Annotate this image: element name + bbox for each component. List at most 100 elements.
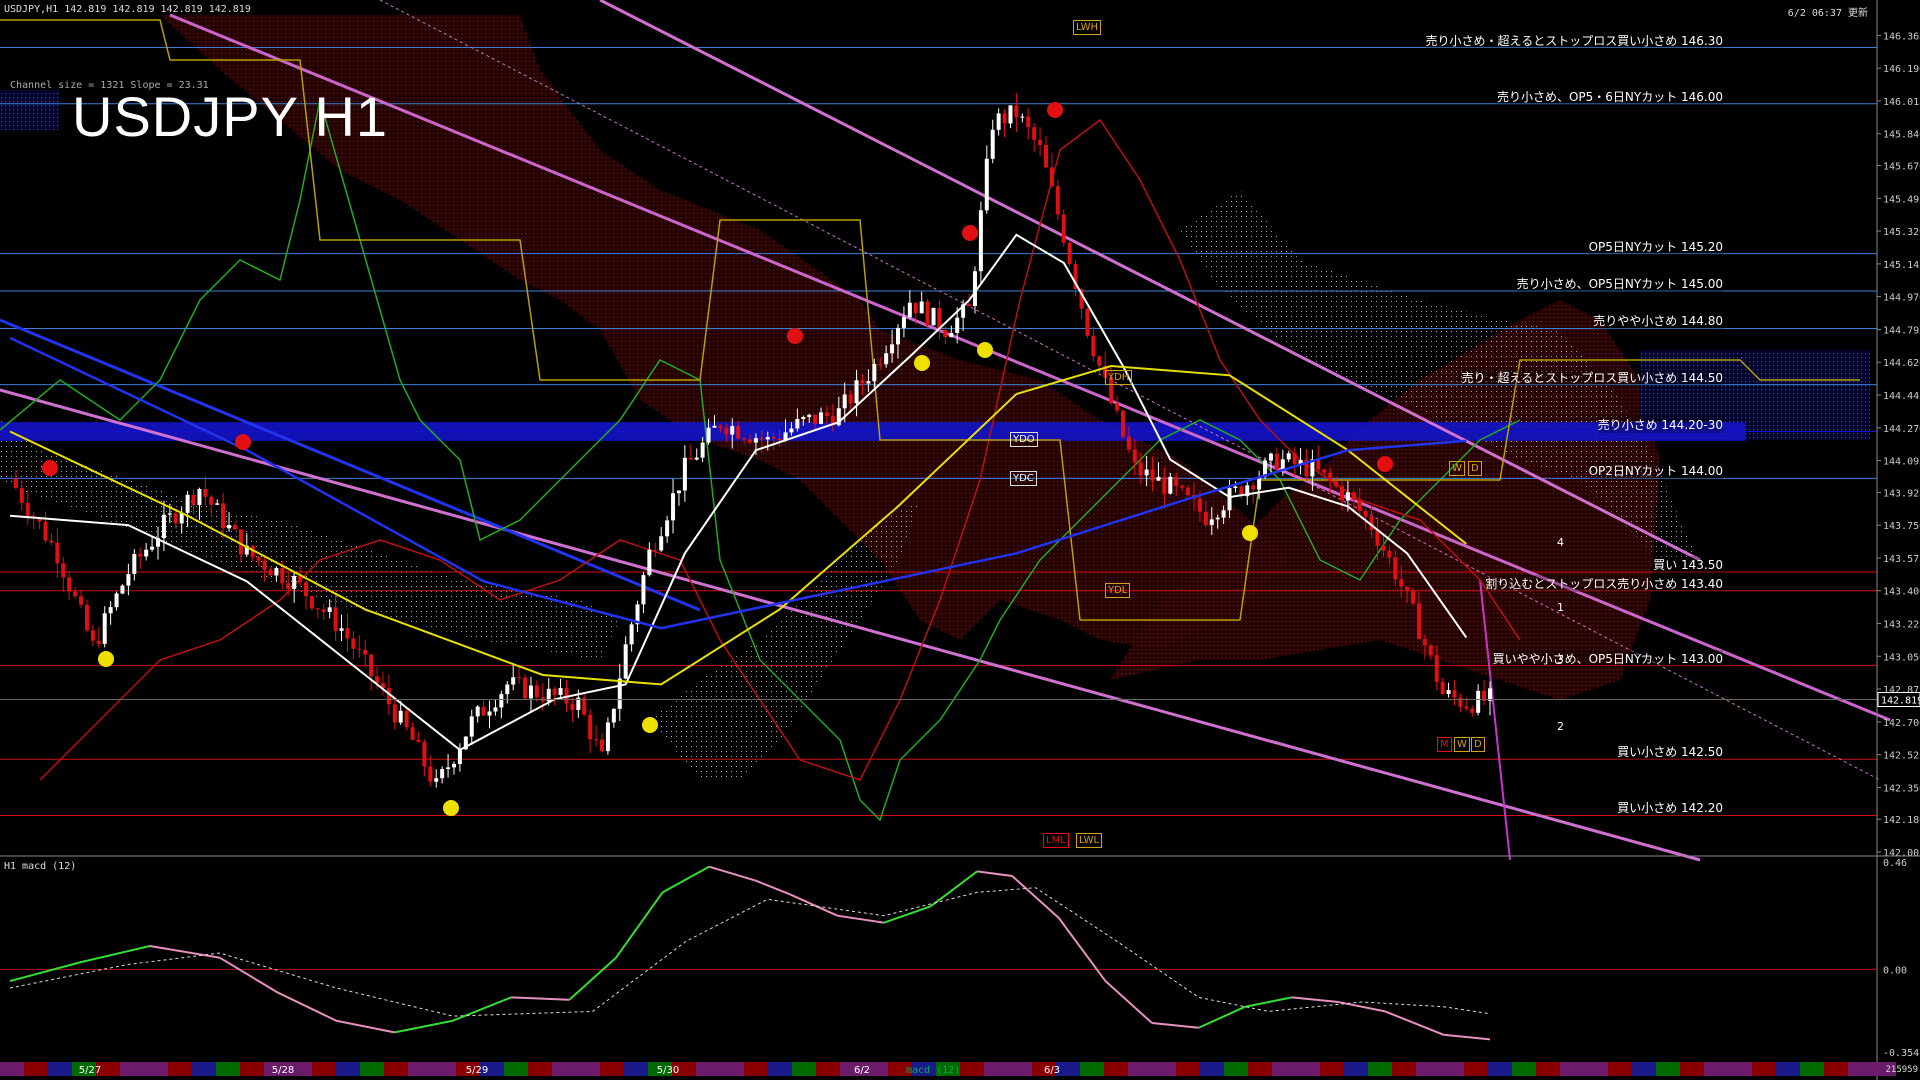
price-tick-label: 144.095 [1883, 457, 1920, 468]
candle-body [659, 536, 664, 551]
candle-body [967, 304, 972, 307]
candle-body [990, 129, 995, 159]
candle-body [1120, 410, 1125, 437]
candle-body [824, 412, 829, 416]
candle-body [890, 344, 895, 354]
candle-body [1363, 510, 1368, 517]
candle-body [718, 425, 723, 428]
price-tick-label: 143.750 [1883, 521, 1920, 532]
candle-body [410, 727, 415, 740]
candle-body [860, 380, 865, 384]
candle-body [227, 525, 232, 529]
price-tick-label: 145.670 [1883, 162, 1920, 173]
candle-body [1180, 485, 1185, 488]
marker-lwl: LWL [1076, 833, 1103, 848]
candle-body [1434, 655, 1439, 683]
candle-body [197, 489, 202, 506]
marker-w2: W [1454, 737, 1470, 752]
candle-body [1351, 492, 1356, 500]
candle-body [452, 763, 456, 768]
date-tick-label: 6/2 [854, 1065, 870, 1076]
price-level-label: OP2日NYカット 144.00 [1588, 462, 1723, 480]
candle-body [777, 438, 782, 441]
date-tick-label: 5/28 [272, 1065, 294, 1076]
candle-body [943, 329, 948, 338]
candle-body [138, 553, 143, 557]
candle-body [1411, 590, 1416, 604]
candle-body [605, 722, 610, 752]
price-level-label: 買い小さめ 142.20 [1617, 799, 1723, 817]
candle-body [440, 769, 445, 779]
candle-body [1115, 403, 1120, 411]
candle-body [528, 685, 533, 699]
candle-body [1387, 550, 1392, 558]
candle-body [1334, 481, 1339, 487]
date-tick-label: 5/29 [466, 1065, 488, 1076]
candle-body [1422, 639, 1427, 646]
candle-body [280, 568, 285, 584]
candle-body [398, 710, 403, 723]
marker-ydo: YDO [1010, 432, 1038, 447]
price-tick-label: 144.445 [1883, 391, 1920, 402]
candle-body [191, 494, 196, 506]
candle-body [919, 301, 924, 314]
price-tick-label: 146.015 [1883, 97, 1920, 108]
price-level-label: 買い小さめ 142.50 [1617, 743, 1723, 761]
candle-body [1440, 682, 1445, 695]
candle-body [617, 678, 622, 709]
candle-body [404, 710, 409, 728]
candle-body [13, 478, 18, 488]
bar-count: 215959 [1885, 1065, 1918, 1075]
price-level-label: OP5日NYカット 145.20 [1588, 237, 1723, 255]
candle-body [357, 648, 362, 650]
date-tick-label: 6/3 [1044, 1065, 1060, 1076]
candle-body [1405, 586, 1410, 591]
candle-body [327, 607, 332, 612]
candle-body [339, 628, 344, 631]
candle-body [1399, 579, 1404, 587]
candle-body [1328, 472, 1333, 482]
candle-body [771, 437, 776, 439]
candle-body [872, 363, 877, 382]
candle-body [789, 428, 794, 433]
price-tick-label: 145.840 [1883, 130, 1920, 141]
candle-body [1274, 453, 1279, 470]
candle-body [842, 394, 847, 409]
candle-body [315, 608, 320, 610]
candle-body [736, 426, 741, 439]
price-tick-label: 144.795 [1883, 325, 1920, 336]
candle-body [61, 563, 66, 578]
candle-body [641, 575, 646, 605]
candle-body [79, 596, 84, 605]
chart-canvas[interactable]: 146.365 146.190 146.015 145.840 145.670 145.4… [0, 0, 1920, 1080]
candle-body [511, 677, 516, 685]
candle-body [1446, 690, 1451, 695]
candle-body [1381, 545, 1386, 551]
candle-body [582, 697, 587, 715]
macd-tick-label: -0.354 [1883, 1048, 1919, 1059]
candle-body [949, 332, 954, 338]
candle-body [1470, 708, 1475, 713]
candle-body [1286, 453, 1291, 460]
candle-body [676, 490, 681, 494]
candle-body [1393, 557, 1398, 580]
server-time: 6/2 06:37 更新 [1787, 8, 1868, 19]
candle-body [1085, 308, 1090, 336]
candle-body [931, 307, 936, 326]
candle-body [321, 609, 326, 612]
candle-body [386, 688, 391, 705]
candle-body [1428, 645, 1433, 656]
candle-body [25, 502, 30, 516]
candle-body [120, 585, 125, 594]
candle-body [1174, 476, 1179, 486]
candle-body [434, 778, 439, 782]
candle-body [623, 644, 628, 679]
price-tick-label: 142.525 [1883, 751, 1920, 762]
candle-body [1156, 476, 1161, 481]
candle-body [292, 575, 297, 589]
candle-body [1168, 476, 1173, 494]
candle-body [1221, 510, 1226, 518]
candle-body [1097, 356, 1102, 366]
price-level-label: 買いやや小さめ、OP5日NYカット 143.00 [1492, 649, 1723, 667]
candle-body [534, 685, 539, 698]
